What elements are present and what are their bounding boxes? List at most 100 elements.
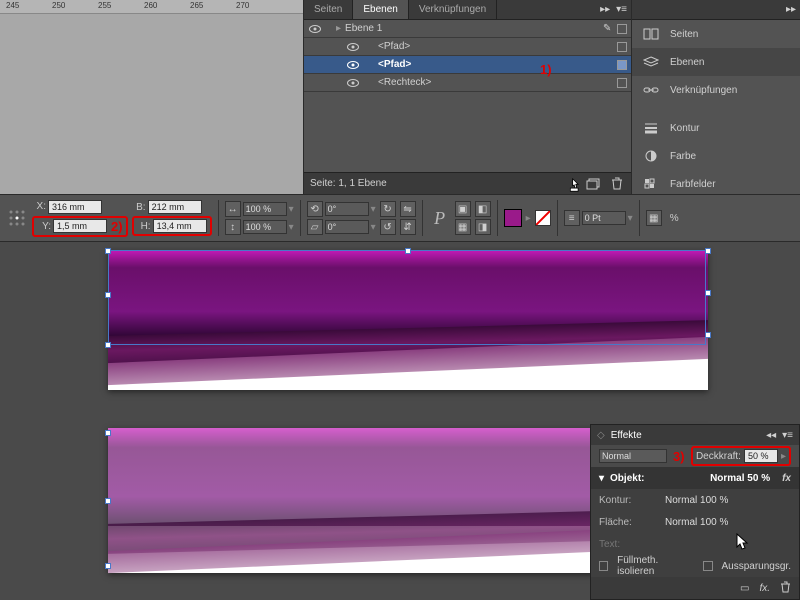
menu-icon[interactable]: ▾≡ [616,4,627,15]
scale-x[interactable]: 100 % [243,202,287,216]
canvas[interactable]: ◇ Effekte ◂◂ ▾≡ Normal 3) Deckkraft: ▸ ▾… [0,242,800,600]
panel-tabbar: Seiten Ebenen Verknüpfungen ▸▸ ▾≡ [304,0,631,20]
fx-target-text: Text: [599,539,659,550]
color-icon [642,149,660,163]
layers-panel: Seiten Ebenen Verknüpfungen ▸▸ ▾≡ ▸ Eben… [303,0,631,194]
select-content-icon[interactable]: ▦ [455,219,471,235]
layer-item-name: <Pfad> [374,59,617,70]
y-input[interactable] [53,219,107,233]
artboard-1 [108,250,708,390]
dock-farbe[interactable]: Farbe [632,142,800,170]
annotation-label-3: 3) [673,449,685,464]
selection-square[interactable] [617,78,627,88]
selection-square[interactable] [617,42,627,52]
visibility-icon[interactable] [308,22,322,36]
collapse-icon[interactable]: ▸▸ [600,4,610,15]
clear-fx-icon[interactable]: ▭ [740,583,749,594]
tab-ebenen[interactable]: Ebenen [353,0,408,19]
selection-square[interactable] [617,24,627,34]
trash-icon[interactable] [780,581,791,596]
stroke-icon [642,121,660,135]
layer-item[interactable]: <Pfad> [304,38,631,56]
visibility-icon[interactable] [346,58,360,72]
layer-item-selected[interactable]: <Pfad> [304,56,631,74]
paragraph-icon[interactable]: P [429,204,451,232]
selection-handle[interactable] [105,342,111,348]
percent-label: % [670,213,679,224]
h-input[interactable] [153,219,207,233]
shear-icon: ▱ [307,219,323,235]
layer-item[interactable]: <Rechteck> [304,74,631,92]
effects-panel: ◇ Effekte ◂◂ ▾≡ Normal 3) Deckkraft: ▸ ▾… [590,424,800,600]
flip-h-icon[interactable]: ⇋ [400,201,416,217]
tab-seiten[interactable]: Seiten [304,0,353,19]
knockout-checkbox[interactable] [703,561,712,571]
x-input[interactable] [48,200,102,214]
selection-handle[interactable] [105,248,111,254]
pen-icon: ✎ [603,23,617,34]
trash-icon[interactable] [609,176,625,192]
layer-item-name: <Pfad> [374,41,617,52]
selection-handle[interactable] [105,430,111,436]
select-container-icon[interactable]: ▣ [455,201,471,217]
swatches-icon [642,177,660,191]
selection-handle[interactable] [405,248,411,254]
rotate-ccw-icon[interactable]: ↺ [380,219,396,235]
selection-handle[interactable] [105,292,111,298]
fx-target-fill[interactable]: Fläche: [599,517,659,528]
fx-button[interactable]: fx. [759,583,770,594]
selection-handle[interactable] [705,248,711,254]
scale-y-icon: ↕ [225,219,241,235]
effects-icon[interactable]: ▦ [646,210,662,226]
scale-y[interactable]: 100 % [243,220,287,234]
stroke-weight[interactable]: 0 Pt [582,211,626,225]
select-next-icon[interactable]: ◨ [475,219,491,235]
rotation[interactable]: 0° [325,202,369,216]
opacity-input[interactable] [744,449,778,463]
select-prev-icon[interactable]: ◧ [475,201,491,217]
layer-name: Ebene 1 [341,23,603,34]
reference-point[interactable] [6,200,28,236]
annotation-label-2: 2) [111,219,123,234]
control-bar: X: Y: 2) B: H: ↔100 %▾ ↕100 %▾ ⟲0°▾ ▱0°▾… [0,194,800,242]
annotation-label-1: 1) [540,62,552,77]
rotate-icon: ⟲ [307,201,323,217]
dock-kontur[interactable]: Kontur [632,114,800,142]
flip-v-icon[interactable]: ⇵ [400,219,416,235]
layers-statusbar: Seite: 1, 1 Ebene [304,172,631,194]
opacity-label: Deckkraft: [696,451,741,462]
shear[interactable]: 0° [325,220,369,234]
tab-verknuepfungen[interactable]: Verknüpfungen [409,0,497,19]
w-input[interactable] [148,200,202,214]
fill-menu-icon[interactable]: ▸ [526,213,531,224]
selection-handle[interactable] [105,498,111,504]
ruler-horizontal: 245 250 255 260 265 270 [0,0,303,14]
dock-seiten[interactable]: Seiten [632,20,800,48]
stroke-swatch[interactable] [535,210,551,226]
visibility-icon[interactable] [346,76,360,90]
rotate-cw-icon[interactable]: ↻ [380,201,396,217]
selection-handle[interactable] [105,563,111,569]
selection-square[interactable] [617,60,627,70]
fx-target-stroke[interactable]: Kontur: [599,495,659,506]
scale-x-icon: ↔ [225,201,241,217]
collapse-icon[interactable]: ◂◂ [766,430,776,441]
selection-handle[interactable] [705,332,711,338]
effects-title: Effekte [611,430,642,441]
side-dock: ▸▸ Seiten Ebenen Verknüpfungen Kontur Fa… [631,0,800,194]
selection-handle[interactable] [705,290,711,296]
visibility-icon[interactable] [346,40,360,54]
menu-icon[interactable]: ▾≡ [782,430,793,441]
fx-target-object[interactable]: Objekt: [610,473,644,484]
layer-item-name: <Rechteck> [374,77,617,88]
dock-ebenen[interactable]: Ebenen [632,48,800,76]
fill-swatch[interactable] [504,209,522,227]
document-preview: 245 250 255 260 265 270 [0,0,303,194]
dock-verknuepfungen[interactable]: Verknüpfungen [632,76,800,104]
layers-icon [642,55,660,69]
isolate-checkbox[interactable] [599,561,608,571]
layer-top[interactable]: ▸ Ebene 1 ✎ [304,20,631,38]
collapse-icon[interactable]: ▸▸ [786,4,796,15]
blend-mode[interactable]: Normal [599,449,667,463]
new-sublayer-icon[interactable] [585,176,601,192]
